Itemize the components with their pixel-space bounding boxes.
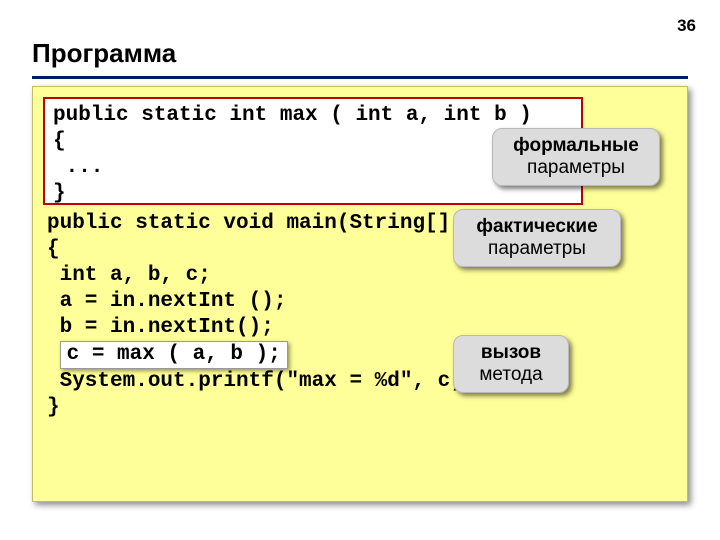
method-call-highlight: c = max ( a, b ); [60, 341, 288, 369]
callout-text: метода [479, 364, 542, 385]
callout-method-call: вызов метода [453, 335, 569, 393]
code-line: } [53, 181, 573, 207]
callout-bold: вызов [481, 342, 541, 363]
callout-text: параметры [488, 238, 586, 259]
callout-actual-params: фактические параметры [453, 209, 621, 267]
page-number: 36 [677, 16, 696, 36]
indent [47, 343, 60, 366]
slide-title: Программа [32, 38, 176, 69]
code-line: public static int max ( int a, int b ) [53, 103, 573, 129]
code-line: } [47, 395, 526, 421]
callout-bold: формальные [513, 135, 639, 156]
code-line: b = in.nextInt(); [47, 315, 526, 341]
callout-text: параметры [527, 157, 625, 178]
callout-bold: фактические [476, 216, 597, 237]
code-line: a = in.nextInt (); [47, 289, 526, 315]
callout-formal-params: формальные параметры [492, 128, 660, 186]
title-underline [32, 76, 688, 79]
code-line: int a, b, c; [47, 263, 526, 289]
